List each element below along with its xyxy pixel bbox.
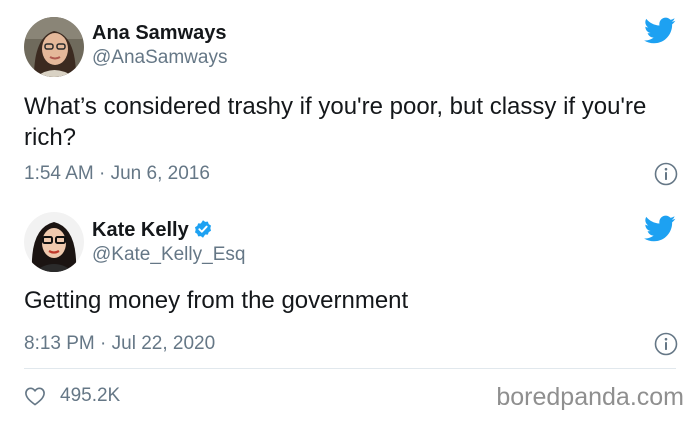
verified-badge-icon: [194, 220, 211, 238]
like-button[interactable]: 495.2K: [24, 385, 120, 407]
tweet-text: Getting money from the government: [24, 287, 409, 314]
info-icon[interactable]: [654, 162, 678, 186]
display-name[interactable]: Kate Kelly: [92, 219, 213, 242]
avatar[interactable]: [24, 17, 84, 77]
avatar[interactable]: [24, 212, 84, 272]
divider: [24, 368, 676, 369]
display-name-text[interactable]: Kate Kelly: [92, 219, 189, 241]
display-name[interactable]: Ana Samways: [92, 22, 227, 45]
tweet-timestamp[interactable]: 1:54 AM · Jun 6, 2016: [24, 163, 210, 185]
user-handle[interactable]: @Kate_Kelly_Esq: [92, 244, 245, 266]
twitter-bird-icon[interactable]: [644, 17, 676, 45]
watermark: boredpanda.com: [496, 383, 684, 411]
info-icon[interactable]: [654, 332, 678, 356]
heart-icon[interactable]: [24, 386, 46, 406]
user-handle[interactable]: @AnaSamways: [92, 47, 227, 69]
tweet-text: What’s considered trashy if you're poor,…: [24, 93, 647, 151]
tweet-screenshot: Ana Samways @AnaSamways What’s considere…: [0, 0, 700, 423]
tweet-kate-kelly: Kate Kelly @Kate_Kelly_Esq Getting money…: [0, 200, 700, 370]
tweet-ana-samways: Ana Samways @AnaSamways What’s considere…: [0, 0, 700, 200]
twitter-bird-icon[interactable]: [644, 215, 676, 243]
like-count: 495.2K: [60, 385, 121, 406]
tweet-timestamp[interactable]: 8:13 PM · Jul 22, 2020: [24, 333, 215, 355]
